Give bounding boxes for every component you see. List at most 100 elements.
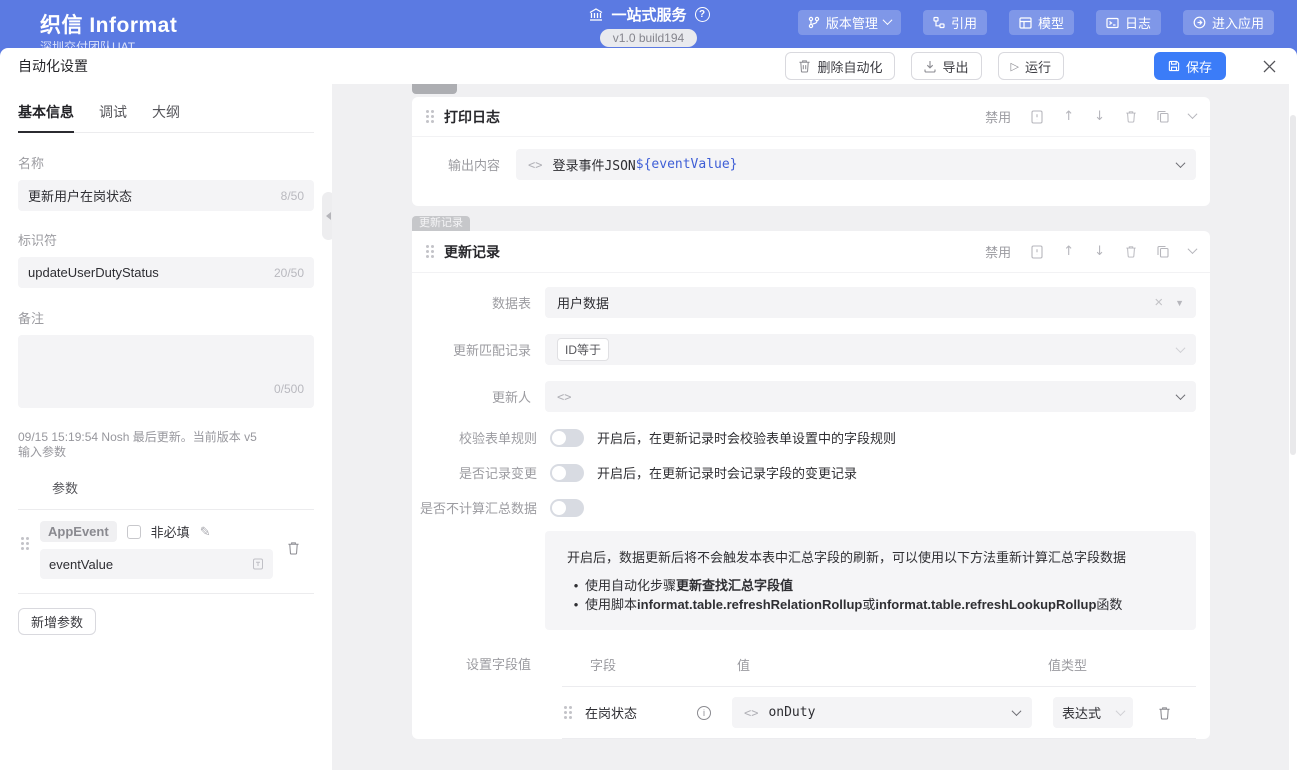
modal-body: 基本信息 调试 大纲 名称 更新用户在岗状态 8/50 标识符 updateUs… — [0, 84, 1297, 770]
param-name-input[interactable]: eventValue — [40, 549, 273, 579]
run-button[interactable]: ▷ 运行 — [998, 52, 1064, 80]
export-button[interactable]: 导出 — [911, 52, 981, 80]
move-up-icon[interactable]: ↑ — [1063, 245, 1074, 258]
copy-step-icon[interactable] — [1157, 110, 1169, 123]
match-record-label: 更新匹配记录 — [426, 340, 531, 359]
version-management-button[interactable]: 版本管理 — [798, 10, 901, 35]
run-label: 运行 — [1025, 57, 1051, 76]
step-tag: 更新记录 — [412, 216, 470, 231]
validate-form-rules-label: 校验表单规则 — [426, 428, 537, 447]
page-title: 自动化设置 — [18, 56, 88, 76]
skip-rollup-toggle[interactable] — [550, 499, 584, 517]
caret-down-icon: ▼ — [1175, 298, 1184, 308]
field-value-select[interactable]: <> onDuty — [732, 697, 1032, 728]
clipped-step-tag — [412, 84, 457, 94]
delete-step-icon[interactable] — [1125, 245, 1137, 258]
step-detail-icon[interactable] — [1031, 110, 1043, 124]
clear-icon[interactable]: × — [1154, 294, 1163, 311]
identifier-input[interactable]: updateUserDutyStatus 20/50 — [18, 257, 314, 288]
tab-debug[interactable]: 调试 — [99, 102, 127, 132]
tab-basic-info[interactable]: 基本信息 — [18, 102, 74, 133]
name-label: 名称 — [18, 153, 314, 172]
updater-label: 更新人 — [426, 387, 531, 406]
step-detail-icon[interactable] — [1031, 245, 1043, 259]
validate-form-rules-toggle[interactable] — [550, 429, 584, 447]
column-value: 值 — [737, 655, 1048, 674]
param-name-value: eventValue — [49, 557, 252, 572]
name-input[interactable]: 更新用户在岗状态 8/50 — [18, 180, 314, 211]
match-record-select[interactable]: ID等于 — [545, 334, 1196, 365]
chevron-down-icon — [882, 15, 892, 25]
step-title: 打印日志 — [444, 107, 500, 127]
delete-step-icon[interactable] — [1125, 110, 1137, 123]
input-params-text: 输入参数 — [18, 445, 314, 460]
set-field-values-label: 设置字段值 — [426, 654, 531, 739]
drag-handle-icon[interactable] — [426, 110, 434, 123]
enter-app-button[interactable]: 进入应用 — [1183, 10, 1274, 35]
rollup-info-box: 开启后，数据更新后将不会触发本表中汇总字段的刷新，可以使用以下方法重新计算汇总字… — [545, 531, 1196, 630]
drag-handle-icon[interactable] — [564, 706, 572, 719]
enter-app-label: 进入应用 — [1212, 13, 1264, 32]
close-icon[interactable] — [1262, 59, 1277, 74]
set-field-values-section: 设置字段值 字段 值 值类型 在岗状态 — [426, 654, 1196, 739]
drag-handle-icon[interactable] — [21, 537, 29, 550]
rollup-info-bullet: • 使用自动化步骤更新查找汇总字段值 — [567, 576, 1174, 595]
model-button[interactable]: 模型 — [1009, 10, 1074, 35]
collapse-step-icon[interactable] — [1188, 109, 1198, 119]
note-label: 备注 — [18, 308, 314, 327]
value-type: 表达式 — [1062, 703, 1101, 722]
log-icon — [1106, 17, 1119, 29]
collapse-step-icon[interactable] — [1188, 244, 1198, 254]
reference-button[interactable]: 引用 — [923, 10, 987, 35]
add-param-button[interactable]: 新增参数 — [18, 608, 96, 635]
disable-step-button[interactable]: 禁用 — [985, 242, 1011, 261]
edit-icon[interactable]: ✎ — [200, 524, 211, 540]
delete-param-icon[interactable] — [287, 541, 300, 555]
app-logo: 织信 Informat — [40, 9, 177, 39]
output-content-input[interactable]: <> 登录事件JSON${eventValue} — [516, 149, 1196, 180]
scrollbar-thumb[interactable] — [1290, 115, 1296, 455]
record-changes-label: 是否记录变更 — [426, 463, 537, 482]
step-card-update-record: 更新记录 禁用 ↑ ↓ — [412, 231, 1210, 739]
reference-label: 引用 — [951, 13, 977, 32]
app-header-center: 一站式服务 ? v1.0 build194 — [587, 4, 709, 47]
log-button[interactable]: 日志 — [1096, 10, 1161, 35]
model-label: 模型 — [1038, 13, 1064, 32]
sidebar: 基本信息 调试 大纲 名称 更新用户在岗状态 8/50 标识符 updateUs… — [0, 84, 332, 770]
collapse-arrow-icon — [326, 212, 331, 220]
copy-step-icon[interactable] — [1157, 245, 1169, 258]
field-value: onDuty — [768, 705, 815, 720]
delete-automation-button[interactable]: 删除自动化 — [785, 52, 895, 80]
note-textarea[interactable]: 0/500 — [18, 335, 314, 408]
param-item: AppEvent 非必填 ✎ eventValue — [18, 510, 314, 593]
play-icon: ▷ — [1011, 60, 1019, 73]
move-down-icon[interactable]: ↓ — [1094, 245, 1105, 258]
field-value-row: 在岗状态 i <> onDuty — [562, 687, 1196, 739]
move-down-icon[interactable]: ↓ — [1094, 110, 1105, 123]
save-button[interactable]: 保存 — [1154, 52, 1226, 80]
updater-select[interactable]: <> — [545, 381, 1196, 412]
field-name: 在岗状态 — [585, 703, 637, 722]
chevron-down-icon — [1176, 343, 1186, 353]
step-title: 更新记录 — [444, 242, 500, 262]
chevron-down-icon — [1116, 706, 1126, 716]
main-scrollbar — [1289, 84, 1297, 770]
record-changes-toggle[interactable] — [550, 464, 584, 482]
help-icon[interactable]: ? — [695, 7, 710, 22]
disable-step-button[interactable]: 禁用 — [985, 107, 1011, 126]
optional-checkbox[interactable] — [127, 525, 141, 539]
data-table-select[interactable]: 用户数据 × ▼ — [545, 287, 1196, 318]
info-icon[interactable]: i — [697, 706, 711, 720]
modal-header: 自动化设置 删除自动化 导出 ▷ 运行 保存 — [0, 48, 1297, 84]
param-type-tag: AppEvent — [40, 521, 117, 542]
chevron-down-icon — [1012, 706, 1022, 716]
drag-handle-icon[interactable] — [426, 245, 434, 258]
move-up-icon[interactable]: ↑ — [1063, 110, 1074, 123]
value-type-select[interactable]: 表达式 — [1053, 697, 1133, 728]
data-table-value: 用户数据 — [557, 293, 609, 312]
tab-outline[interactable]: 大纲 — [152, 102, 180, 132]
automation-canvas: 打印日志 禁用 ↑ ↓ — [332, 84, 1297, 770]
delete-field-row-icon[interactable] — [1158, 706, 1171, 720]
branch-icon — [808, 16, 820, 29]
optional-label: 非必填 — [151, 522, 190, 541]
